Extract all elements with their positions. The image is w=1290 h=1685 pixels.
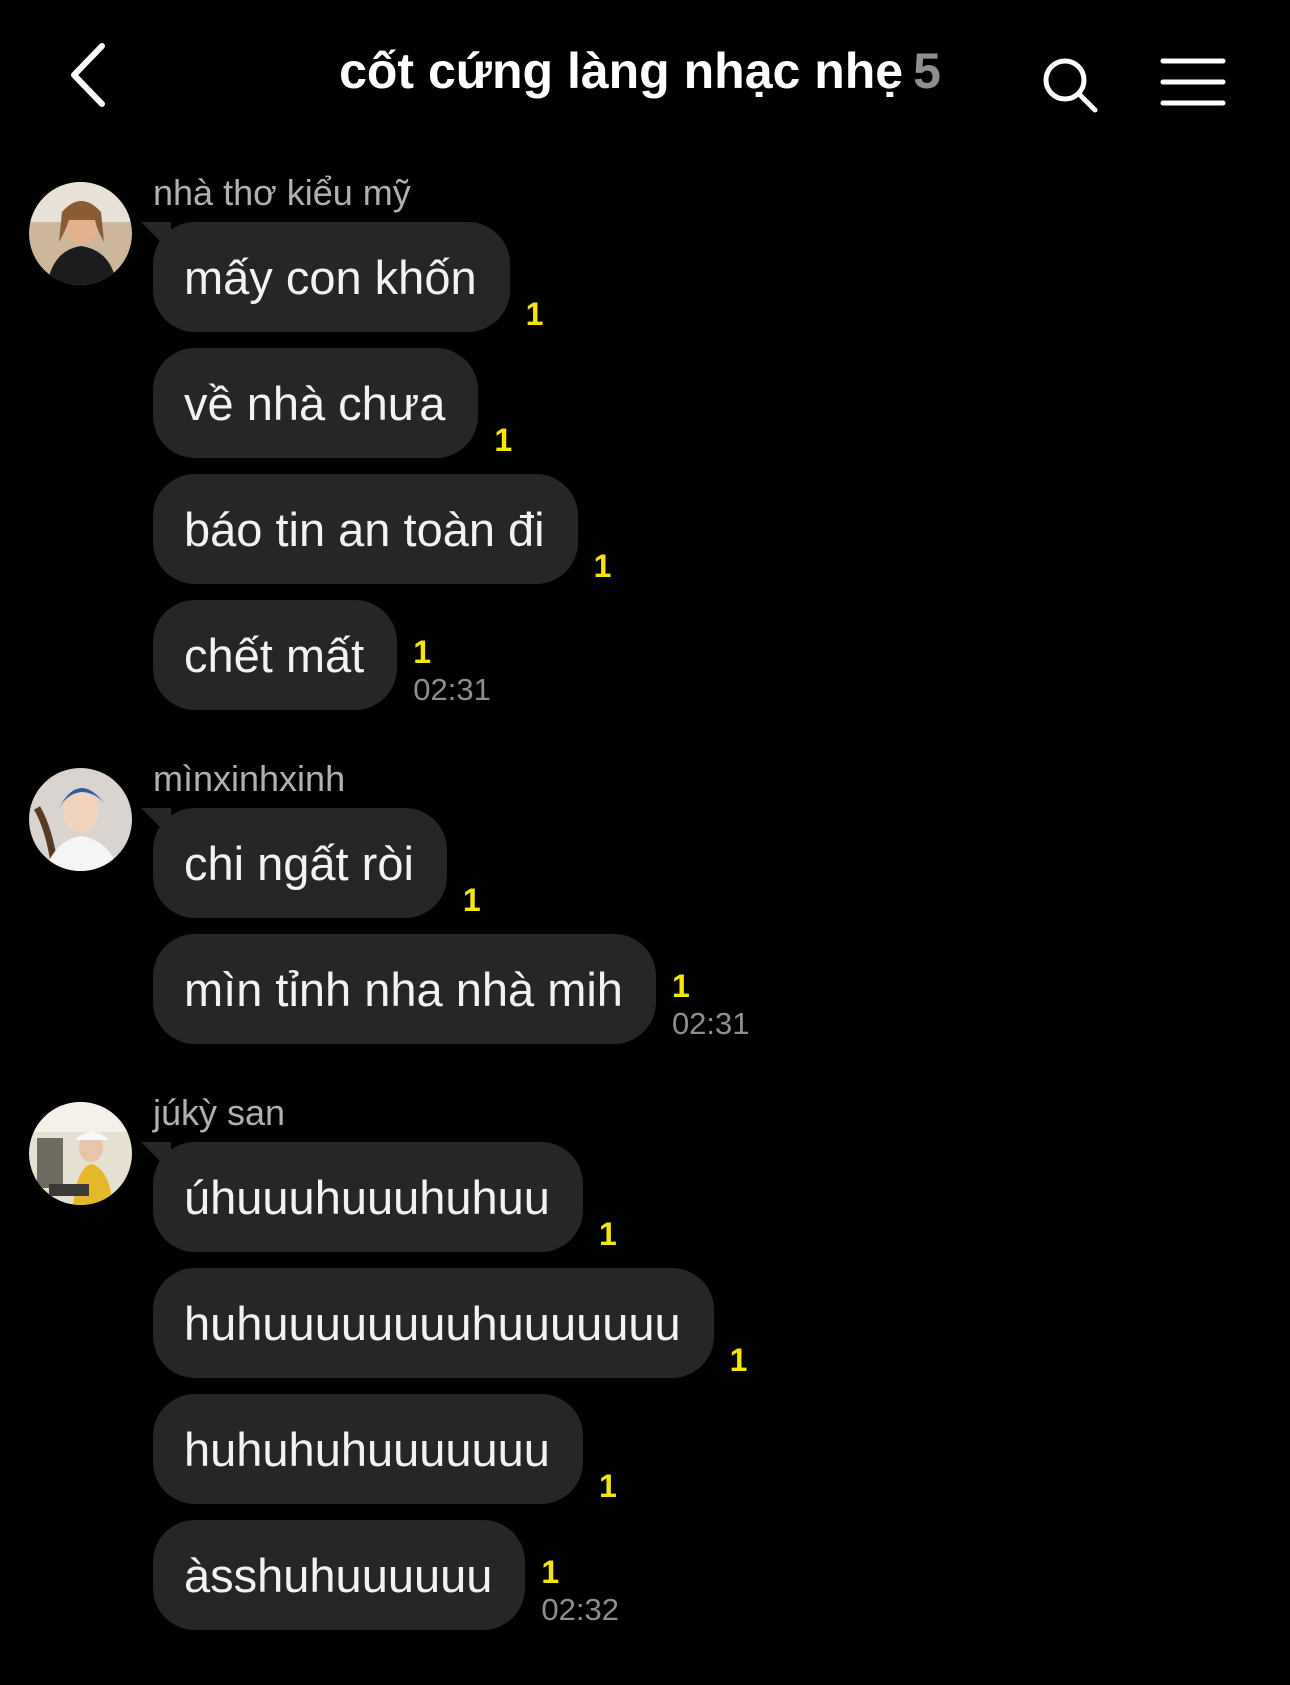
message-meta: 1 bbox=[730, 1342, 748, 1378]
message-text: về nhà chưa bbox=[184, 376, 446, 430]
message-meta: 1 bbox=[599, 1468, 617, 1504]
message-meta: 1 bbox=[599, 1216, 617, 1252]
sender-name: nhà thơ kiểu mỹ bbox=[153, 172, 411, 213]
message-text: chi ngất ròi bbox=[184, 836, 414, 890]
unread-count: 1 bbox=[525, 296, 544, 332]
message-bubble[interactable]: mìn tỉnh nha nhà mih bbox=[153, 934, 656, 1044]
message-row: úhuuuhuuuhuhuu 1 bbox=[153, 1142, 617, 1252]
hamburger-menu-icon bbox=[1160, 58, 1226, 106]
message-row: chi ngất ròi 1 bbox=[153, 808, 481, 918]
message-bubble[interactable]: về nhà chưa bbox=[153, 348, 479, 458]
message-row: báo tin an toàn đi 1 bbox=[153, 474, 611, 584]
chat-header: cốt cứng làng nhạc nhẹ 5 bbox=[0, 0, 1290, 160]
avatar-photo-icon bbox=[29, 1102, 132, 1205]
search-icon bbox=[1043, 58, 1098, 113]
message-meta: 1 02:31 bbox=[413, 634, 491, 710]
chevron-left-icon bbox=[71, 43, 105, 107]
message-timestamp: 02:31 bbox=[671, 1006, 750, 1041]
unread-count: 1 bbox=[494, 422, 513, 458]
message-row: chết mất 1 02:31 bbox=[153, 600, 491, 710]
unread-count: 1 bbox=[413, 634, 432, 670]
message-timestamp: 02:32 bbox=[541, 1592, 619, 1627]
message-bubble[interactable]: úhuuuhuuuhuhuu bbox=[153, 1142, 583, 1252]
unread-count: 1 bbox=[598, 1468, 617, 1504]
message-row: huhuhuhuuuuuuu 1 bbox=[153, 1394, 617, 1504]
message-meta: 1 bbox=[594, 548, 612, 584]
menu-button[interactable] bbox=[1160, 55, 1226, 109]
unread-count: 1 bbox=[671, 968, 690, 1004]
message-timestamp: 02:31 bbox=[413, 672, 491, 707]
message-bubble[interactable]: chi ngất ròi bbox=[153, 808, 447, 918]
message-meta: 1 bbox=[463, 882, 481, 918]
avatar-photo-icon bbox=[29, 182, 132, 285]
message-bubble[interactable]: huhuhuhuuuuuuu bbox=[153, 1394, 583, 1504]
message-meta: 1 02:32 bbox=[541, 1554, 619, 1630]
message-text: huhuuuuuuuuhuuuuuuu bbox=[184, 1296, 681, 1350]
search-button[interactable] bbox=[1040, 55, 1100, 115]
message-row: về nhà chưa 1 bbox=[153, 348, 512, 458]
member-count: 5 bbox=[913, 43, 941, 99]
sender-name: júkỳ san bbox=[153, 1092, 286, 1133]
avatar[interactable] bbox=[29, 768, 132, 871]
message-text: àsshuhuuuuuu bbox=[184, 1548, 493, 1602]
unread-count: 1 bbox=[598, 1216, 617, 1252]
message-meta: 1 02:31 bbox=[672, 968, 750, 1044]
message-text: mìn tỉnh nha nhà mih bbox=[184, 962, 623, 1016]
message-bubble[interactable]: báo tin an toàn đi bbox=[153, 474, 578, 584]
message-text: báo tin an toàn đi bbox=[184, 502, 545, 556]
avatar-photo-icon bbox=[29, 768, 132, 871]
message-text: huhuhuhuuuuuuu bbox=[184, 1422, 550, 1476]
message-text: úhuuuhuuuhuhuu bbox=[184, 1170, 550, 1224]
message-text: chết mất bbox=[184, 628, 365, 682]
message-meta: 1 bbox=[526, 296, 544, 332]
message-row: mấy con khốn 1 bbox=[153, 222, 543, 332]
message-bubble[interactable]: huhuuuuuuuuhuuuuuuu bbox=[153, 1268, 714, 1378]
back-button[interactable] bbox=[62, 40, 122, 110]
message-row: àsshuhuuuuuu 1 02:32 bbox=[153, 1520, 619, 1630]
avatar[interactable] bbox=[29, 182, 132, 285]
message-bubble[interactable]: mấy con khốn bbox=[153, 222, 510, 332]
message-meta: 1 bbox=[494, 422, 512, 458]
unread-count: 1 bbox=[541, 1554, 560, 1590]
message-row: mìn tỉnh nha nhà mih 1 02:31 bbox=[153, 934, 750, 1044]
message-bubble[interactable]: chết mất bbox=[153, 600, 398, 710]
chat-title[interactable]: cốt cứng làng nhạc nhẹ 5 bbox=[290, 42, 990, 100]
unread-count: 1 bbox=[729, 1342, 748, 1378]
sender-name: mìnxinhxinh bbox=[153, 758, 346, 799]
message-row: huhuuuuuuuuhuuuuuuu 1 bbox=[153, 1268, 747, 1378]
unread-count: 1 bbox=[593, 548, 612, 584]
message-bubble[interactable]: àsshuhuuuuuu bbox=[153, 1520, 526, 1630]
avatar[interactable] bbox=[29, 1102, 132, 1205]
message-text: mấy con khốn bbox=[184, 250, 477, 304]
unread-count: 1 bbox=[462, 882, 481, 918]
group-name: cốt cứng làng nhạc nhẹ bbox=[339, 43, 904, 99]
